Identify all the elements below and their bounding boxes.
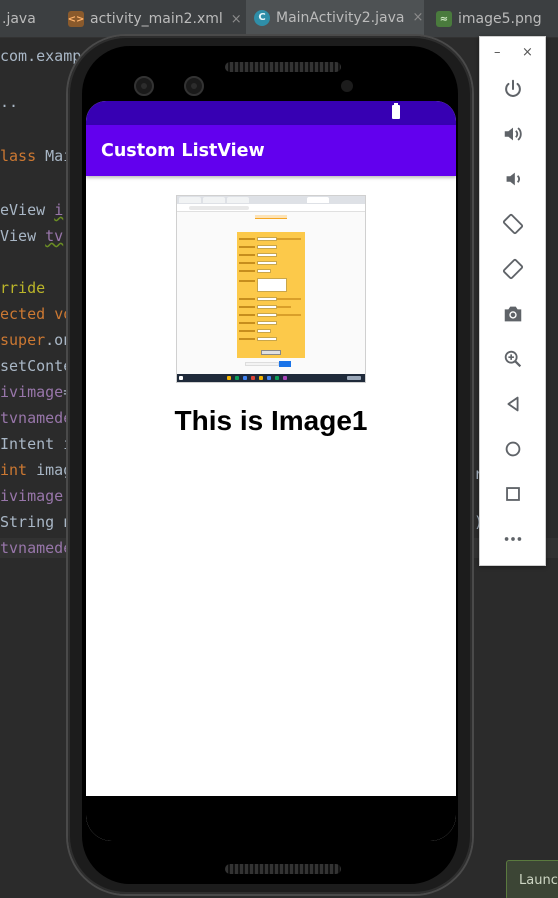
app-bar: Custom ListView xyxy=(86,125,456,176)
code-line: String n xyxy=(0,512,72,532)
code-token: Intent xyxy=(0,435,64,453)
code-token: ected xyxy=(0,305,55,323)
code-line: int imag xyxy=(0,460,72,480)
code-line: ivimage= xyxy=(0,382,72,402)
code-token: View xyxy=(0,227,46,245)
home-icon[interactable] xyxy=(498,434,528,464)
code-line: com.examp xyxy=(0,46,81,66)
tab-label: .java xyxy=(2,11,36,27)
rotate-left-icon[interactable] xyxy=(498,209,528,239)
code-token: String xyxy=(0,513,64,531)
code-token: com.examp xyxy=(0,47,82,65)
code-token: imag xyxy=(36,461,73,479)
java-class-icon: C xyxy=(254,9,270,26)
code-token: setConte xyxy=(0,357,73,375)
editor-tab-bar: .java <> activity_main2.xml × C MainActi… xyxy=(0,0,558,38)
earpiece-speaker xyxy=(225,62,341,72)
tab-java-file[interactable]: .java xyxy=(0,0,52,38)
code-line: ected vo xyxy=(0,304,72,324)
zoom-icon[interactable] xyxy=(498,344,528,374)
form-note-button xyxy=(279,361,291,367)
tab-activity-main2-xml[interactable]: <> activity_main2.xml × xyxy=(68,0,242,38)
tab-label: MainActivity2.java xyxy=(276,9,405,26)
front-camera-icon xyxy=(184,76,204,96)
code-token: tv xyxy=(45,227,64,245)
system-navigation-bar xyxy=(86,796,456,841)
code-token: i xyxy=(54,201,64,219)
status-bar xyxy=(86,101,456,125)
volume-down-icon[interactable] xyxy=(498,164,528,194)
more-icon[interactable] xyxy=(498,524,528,554)
code-line: lass Mai xyxy=(0,146,72,166)
app-title: Custom ListView xyxy=(101,140,265,161)
code-line: Intent i xyxy=(0,434,72,454)
back-icon[interactable] xyxy=(498,389,528,419)
close-icon[interactable]: × xyxy=(412,10,423,25)
tab-mainactivity2-java[interactable]: C MainActivity2.java × xyxy=(246,0,424,38)
volume-up-icon[interactable] xyxy=(498,119,528,149)
detail-image xyxy=(176,195,366,383)
browser-tab-strip xyxy=(177,196,365,204)
code-line: setConte xyxy=(0,356,72,376)
code-token: int xyxy=(0,461,37,479)
launch-notification[interactable]: Launc xyxy=(506,860,558,898)
code-line: rride xyxy=(0,278,45,298)
code-line: ivimage xyxy=(0,486,63,506)
screenshot-icon[interactable] xyxy=(498,299,528,329)
proximity-sensor xyxy=(341,80,353,92)
registration-form xyxy=(237,232,305,358)
form-note xyxy=(245,362,279,366)
code-token: ivimage xyxy=(0,487,64,505)
tab-label: activity_main2.xml xyxy=(90,11,223,27)
browser-address-bar xyxy=(177,204,365,212)
tab-image5-png[interactable]: ≈ image5.png xyxy=(436,0,558,38)
form-heading xyxy=(255,215,287,219)
close-button[interactable]: × xyxy=(522,45,533,60)
minimize-button[interactable]: – xyxy=(494,45,501,60)
code-token: super xyxy=(0,331,46,349)
image-caption: This is Image1 xyxy=(174,405,368,436)
bottom-speaker xyxy=(225,864,341,874)
taskbar xyxy=(177,374,365,382)
code-token: lass xyxy=(0,147,46,165)
device-screen[interactable]: Custom ListView This is Image1 xyxy=(86,101,456,841)
code-line: super.on xyxy=(0,330,72,350)
front-camera-icon xyxy=(134,76,154,96)
code-token: tvnamede xyxy=(0,539,73,557)
xml-file-icon: <> xyxy=(68,11,84,27)
code-line: View tv xyxy=(0,226,63,246)
close-icon[interactable]: × xyxy=(231,12,242,27)
battery-icon xyxy=(392,103,400,119)
emulator-toolbar: – × xyxy=(479,36,546,566)
code-token: .. xyxy=(0,93,19,111)
code-token: eView xyxy=(0,201,55,219)
code-line: tvnamede xyxy=(0,408,72,428)
rotate-right-icon[interactable] xyxy=(498,254,528,284)
code-line: .. xyxy=(0,92,18,112)
tab-label: image5.png xyxy=(458,11,542,27)
launch-label: Launc xyxy=(519,873,558,888)
code-token: ivimage xyxy=(0,383,64,401)
code-token: rride xyxy=(0,279,46,297)
power-icon[interactable] xyxy=(498,74,528,104)
code-line: eView i xyxy=(0,200,63,220)
code-token: tvnamede xyxy=(0,409,73,427)
image-file-icon: ≈ xyxy=(436,11,452,27)
overview-icon[interactable] xyxy=(498,479,528,509)
